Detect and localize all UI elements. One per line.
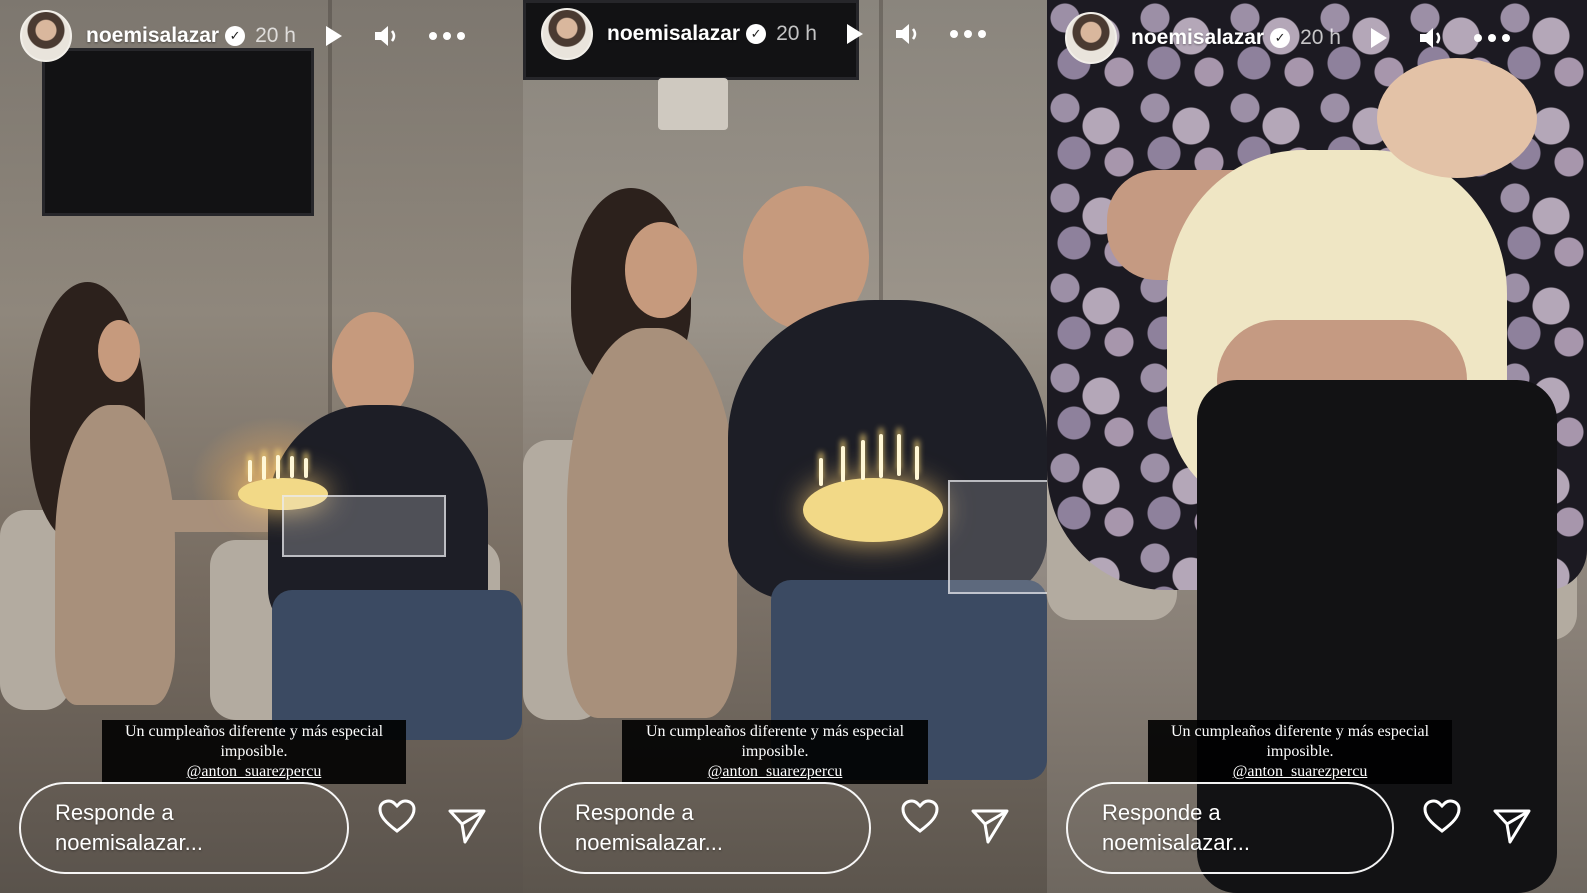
story-panel-2: noemisalazar ✓ 20 h Un cumpleaños difere… <box>523 0 1047 893</box>
reply-placeholder-line2: noemisalazar... <box>1102 830 1250 855</box>
reply-input[interactable]: Responde a noemisalazar... <box>539 782 871 874</box>
verified-badge-icon: ✓ <box>746 24 767 44</box>
caption-mention[interactable]: @anton_suarezpercu <box>628 762 922 782</box>
reply-placeholder-line1: Responde a <box>55 800 174 825</box>
username[interactable]: noemisalazar <box>1131 26 1264 50</box>
candle <box>819 458 823 486</box>
candle <box>841 446 845 482</box>
girl-face <box>625 222 697 318</box>
more-icon[interactable] <box>949 15 987 53</box>
story-header: noemisalazar ✓ 20 h <box>20 8 523 64</box>
volume-icon[interactable] <box>1413 19 1451 57</box>
reply-placeholder-line1: Responde a <box>1102 800 1221 825</box>
man-jeans <box>272 590 522 740</box>
candle <box>262 456 266 480</box>
story-time: 20 h <box>1300 26 1341 49</box>
reply-placeholder-line1: Responde a <box>575 800 694 825</box>
story-time: 20 h <box>776 22 817 45</box>
username[interactable]: noemisalazar <box>86 24 219 48</box>
caption-mention[interactable]: @anton_suarezpercu <box>108 762 400 782</box>
girl-body <box>567 328 737 718</box>
play-icon[interactable] <box>314 17 352 55</box>
send-icon[interactable] <box>446 805 488 847</box>
caption-text-line1: Un cumpleaños diferente y más especial <box>645 723 905 740</box>
story-panel-1: noemisalazar ✓ 20 h Un cumpleaños difere… <box>0 0 523 893</box>
send-icon[interactable] <box>969 805 1011 847</box>
more-icon[interactable] <box>428 17 466 55</box>
candle <box>304 458 308 478</box>
candle <box>897 434 901 476</box>
candle <box>879 434 883 478</box>
verified-badge-icon: ✓ <box>1270 28 1291 48</box>
caption-mention[interactable]: @anton_suarezpercu <box>1154 762 1446 782</box>
play-icon[interactable] <box>1359 19 1397 57</box>
story-caption: Un cumpleaños diferente y más especial i… <box>622 720 928 784</box>
reply-input[interactable]: Responde a noemisalazar... <box>1066 782 1394 874</box>
wall-tv <box>42 48 314 216</box>
girl-body <box>55 405 175 705</box>
heart-icon[interactable] <box>899 795 941 837</box>
avatar[interactable] <box>1065 12 1117 64</box>
wall-thermostat <box>658 78 728 130</box>
cake <box>803 478 943 542</box>
candle <box>915 446 919 480</box>
candle <box>248 460 252 482</box>
story-header: noemisalazar ✓ 20 h <box>541 6 1047 62</box>
volume-icon[interactable] <box>368 17 406 55</box>
caption-text-line1: Un cumpleaños diferente y más especial <box>1170 723 1430 740</box>
caption-text-line2: imposible. <box>220 743 288 760</box>
caption-text-line2: imposible. <box>741 743 809 760</box>
more-icon[interactable] <box>1473 19 1511 57</box>
story-header: noemisalazar ✓ 20 h <box>1065 10 1587 66</box>
avatar[interactable] <box>541 8 593 60</box>
heart-icon[interactable] <box>1421 795 1463 837</box>
story-time: 20 h <box>255 24 296 47</box>
volume-icon[interactable] <box>889 15 927 53</box>
cake-container-lid <box>948 480 1047 594</box>
reply-placeholder-line2: noemisalazar... <box>575 830 723 855</box>
reply-input[interactable]: Responde a noemisalazar... <box>19 782 349 874</box>
candle <box>861 440 865 480</box>
play-icon[interactable] <box>835 15 873 53</box>
reply-placeholder-line2: noemisalazar... <box>55 830 203 855</box>
username[interactable]: noemisalazar <box>607 22 740 46</box>
story-panel-3: noemisalazar ✓ 20 h Un cumpleaños difere… <box>1047 0 1587 893</box>
story-caption: Un cumpleaños diferente y más especial i… <box>1148 720 1452 784</box>
send-icon[interactable] <box>1491 805 1533 847</box>
caption-text-line2: imposible. <box>1266 743 1334 760</box>
avatar[interactable] <box>20 10 72 62</box>
cake-container-lid <box>282 495 446 557</box>
verified-badge-icon: ✓ <box>225 26 246 46</box>
caption-text-line1: Un cumpleaños diferente y más especial <box>124 723 384 740</box>
candle <box>276 455 280 479</box>
baby-head <box>1377 58 1537 178</box>
girl-face <box>98 320 140 382</box>
heart-icon[interactable] <box>376 795 418 837</box>
candle <box>290 456 294 478</box>
man-head <box>332 312 414 420</box>
story-caption: Un cumpleaños diferente y más especial i… <box>102 720 406 784</box>
